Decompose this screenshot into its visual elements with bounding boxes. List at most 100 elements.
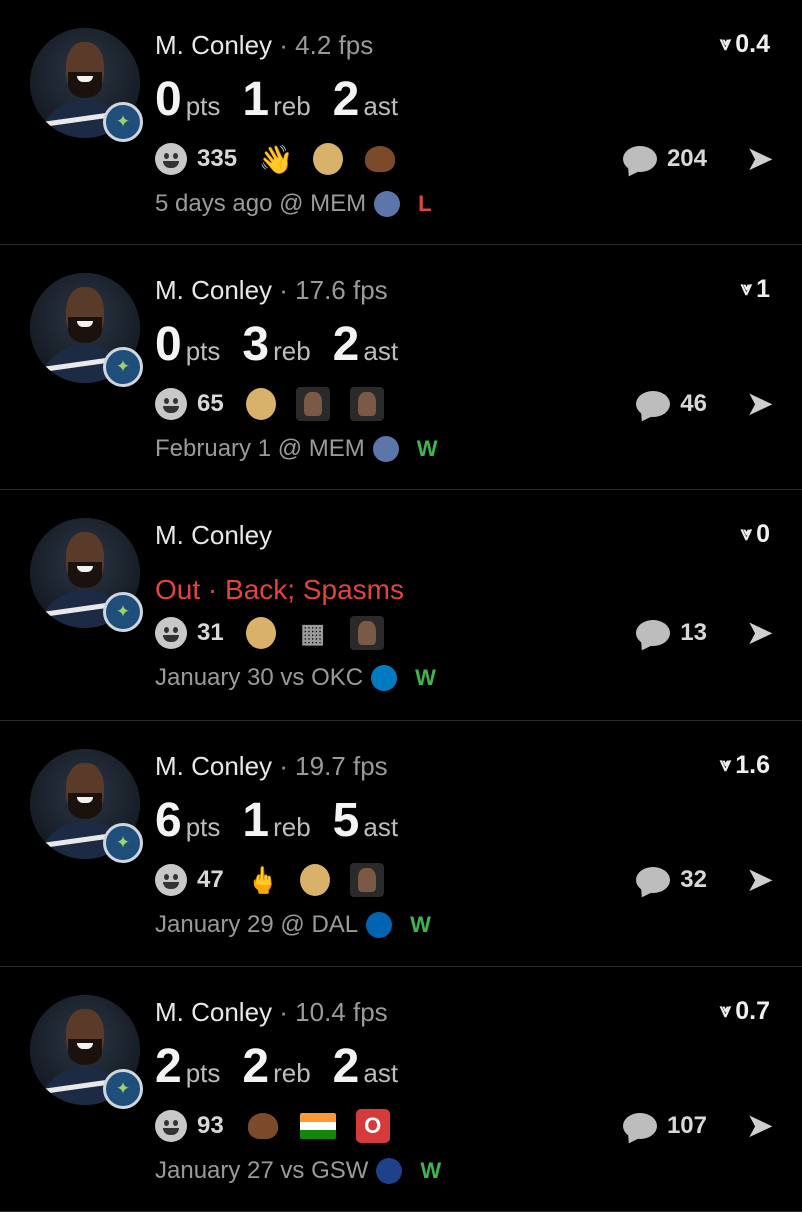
game-date-opponent: January 27 vs GSW	[155, 1157, 369, 1184]
comment-count: 46	[680, 390, 707, 417]
score-icon: ⩔	[719, 33, 732, 55]
grizzlies-logo	[374, 191, 401, 217]
smiley-react-icon[interactable]	[155, 864, 187, 896]
player-name-line[interactable]: M. Conley · 19.7 fps	[155, 751, 388, 782]
game-date-opponent: February 1 @ MEM	[155, 435, 365, 462]
stat-value: 2	[155, 1040, 182, 1093]
reactions-row[interactable]: 335 👋	[155, 141, 417, 177]
player-name-line[interactable]: M. Conley · 10.4 fps	[155, 997, 388, 1028]
player-name-line[interactable]: M. Conley · 17.6 fps	[155, 275, 388, 306]
smiley-react-icon[interactable]	[155, 143, 187, 175]
vote-score[interactable]: ⩔ 0	[741, 520, 770, 549]
baby-emoji[interactable]	[245, 617, 276, 649]
game-result: L	[418, 191, 432, 216]
player-name-line[interactable]: M. Conley · 4.2 fps	[155, 30, 373, 61]
game-result: W	[420, 1158, 442, 1183]
poop-emoji[interactable]	[246, 1109, 280, 1143]
vote-score[interactable]: ⩔ 1	[741, 275, 770, 304]
reactions-row[interactable]: 31 ▦	[155, 615, 404, 651]
feed-card[interactable]: ✦ M. Conley · 17.6 fps 0 pts 3 reb 2 ast ⩔ 1 65 46 ➤…	[0, 245, 802, 490]
player-name-line[interactable]: M. Conley	[155, 520, 272, 551]
comment-count: 32	[680, 866, 707, 893]
player-name: M. Conley	[155, 997, 273, 1027]
smiley-react-icon[interactable]	[155, 388, 187, 420]
comment-count: 204	[666, 145, 707, 172]
feed-card[interactable]: ✦ M. Conley · 4.2 fps 0 pts 1 reb 2 ast ⩔ 0.4 335 👋…	[0, 0, 802, 245]
smiley-react-icon[interactable]	[155, 1110, 187, 1142]
share-icon[interactable]: ➤	[746, 860, 775, 900]
stat-unit: reb	[273, 336, 311, 366]
basketball-hoop-emoji[interactable]: ▦	[296, 616, 330, 650]
fantasy-points: 4.2 fps	[295, 30, 374, 60]
india-flag-emoji[interactable]	[299, 1113, 336, 1139]
reactions-row[interactable]: 65	[155, 386, 404, 422]
comment-count: 13	[680, 619, 707, 646]
stat-unit: ast	[363, 812, 399, 842]
share-icon[interactable]: ➤	[746, 1106, 775, 1146]
team-logo-badge: ✦	[103, 102, 143, 142]
score-value: 1.6	[735, 751, 770, 779]
comment-bubble-icon	[636, 391, 671, 417]
stat-unit: pts	[185, 91, 221, 121]
score-icon: ⩔	[740, 278, 753, 300]
fps-separator: ·	[272, 275, 296, 305]
waving-hand-emoji[interactable]: 👋	[259, 142, 294, 176]
reactions-row[interactable]: 47 🖕	[155, 862, 404, 898]
reaction-photo[interactable]	[349, 863, 384, 897]
poop-emoji[interactable]	[363, 142, 397, 176]
game-date-opponent: January 29 @ DAL	[155, 911, 359, 938]
vote-score[interactable]: ⩔ 0.4	[720, 30, 770, 59]
reaction-photo[interactable]	[349, 387, 384, 421]
share-icon[interactable]: ➤	[746, 139, 775, 179]
comments-button[interactable]: 204	[622, 141, 707, 177]
score-value: 0.7	[735, 997, 770, 1025]
comments-button[interactable]: 107	[622, 1108, 707, 1144]
baby-emoji[interactable]	[313, 143, 344, 175]
stat-unit: ast	[363, 336, 399, 366]
comment-bubble-icon	[622, 1113, 657, 1139]
fantasy-points: 17.6 fps	[295, 275, 388, 305]
reaction-photo[interactable]	[295, 387, 330, 421]
score-value: 0	[756, 520, 770, 548]
game-feed: ✦ M. Conley · 4.2 fps 0 pts 1 reb 2 ast ⩔ 0.4 335 👋…	[0, 0, 802, 1212]
stat-value: 3	[242, 318, 270, 371]
stat-unit: pts	[185, 1058, 221, 1088]
feed-card[interactable]: ✦ M. Conley Out · Back; Spasms ⩔ 0 31 ▦ 13 ➤ Janu…	[0, 490, 802, 721]
share-icon[interactable]: ➤	[746, 384, 775, 424]
comments-button[interactable]: 13	[636, 615, 707, 651]
stat-value: 2	[332, 1040, 360, 1093]
player-name: M. Conley	[155, 275, 273, 305]
game-meta: January 27 vs GSW W	[155, 1157, 441, 1185]
reactions-row[interactable]: 93 O	[155, 1108, 410, 1144]
comment-bubble-icon	[622, 146, 657, 172]
reaction-count: 93	[197, 1112, 224, 1139]
game-meta: January 29 @ DAL W	[155, 911, 431, 939]
vote-score[interactable]: ⩔ 0.7	[720, 997, 770, 1026]
comments-button[interactable]: 32	[636, 862, 707, 898]
reaction-count: 31	[197, 619, 224, 646]
game-result: W	[415, 665, 436, 690]
score-icon: ⩔	[740, 523, 753, 545]
stat-line: 2 pts 2 reb 2 ast	[155, 1039, 420, 1094]
stat-unit: pts	[185, 336, 221, 366]
share-icon[interactable]: ➤	[746, 613, 775, 653]
baby-emoji[interactable]	[245, 388, 276, 420]
stat-value: 0	[155, 318, 182, 371]
reaction-photo[interactable]	[349, 616, 384, 650]
player-name: M. Conley	[155, 751, 273, 781]
comments-button[interactable]: 46	[636, 386, 707, 422]
game-meta: 5 days ago @ MEM L	[155, 190, 432, 218]
feed-card[interactable]: ✦ M. Conley · 10.4 fps 2 pts 2 reb 2 ast ⩔ 0.7 93 O…	[0, 967, 802, 1212]
vote-score[interactable]: ⩔ 1.6	[720, 751, 770, 780]
fps-separator: ·	[272, 30, 296, 60]
stat-unit: pts	[185, 812, 221, 842]
middle-finger-emoji[interactable]: 🖕	[246, 863, 280, 897]
smiley-react-icon[interactable]	[155, 617, 187, 649]
stat-unit: reb	[273, 1058, 311, 1088]
team-logo-badge: ✦	[103, 1069, 143, 1109]
o-button-emoji[interactable]: O	[355, 1109, 390, 1143]
baby-emoji[interactable]	[299, 864, 330, 896]
fps-separator: ·	[272, 997, 296, 1027]
feed-card[interactable]: ✦ M. Conley · 19.7 fps 6 pts 1 reb 5 ast ⩔ 1.6 47 🖕…	[0, 721, 802, 967]
injury-status: Out · Back; Spasms	[155, 574, 404, 605]
